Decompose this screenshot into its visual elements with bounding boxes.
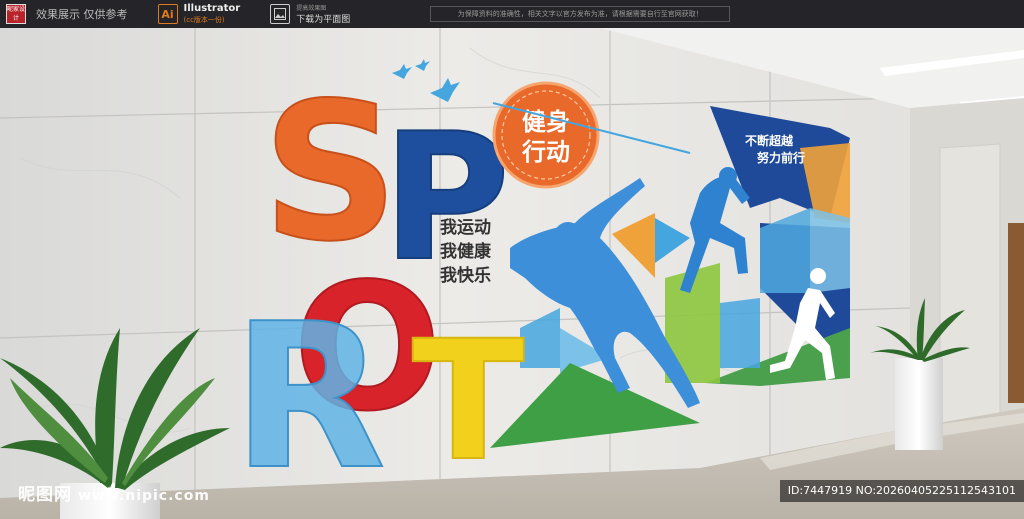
badge-line-2: 行动 [521, 138, 570, 166]
image-canvas: { "top_bar": { "logo_text": "昵家设计", "eff… [0, 0, 1024, 519]
illustrator-mark: Ai [161, 7, 174, 21]
illustrator-label: Illustrator (cc版本一份) [183, 2, 241, 25]
corner-slogan-1: 不断超越 [745, 133, 794, 148]
runner-middle-head [719, 167, 737, 185]
site-watermark: 昵图网 www.nipic.com [18, 480, 210, 505]
illustrator-subtitle: (cc版本一份) [183, 15, 225, 24]
watermark-url: www.nipic.com [78, 488, 210, 504]
corridor-door [1008, 223, 1024, 403]
slogan-line-1: 我运动 [440, 218, 491, 238]
top-info-bar: 昵家设计 效果展示 仅供参考 Ai Illustrator (cc版本一份) 提… [0, 0, 1024, 28]
slogan-line-2: 我健康 [440, 241, 492, 262]
illustrator-icon: Ai [157, 4, 178, 24]
letter-r: R [232, 281, 386, 514]
effect-notice: 效果展示 仅供参考 [36, 8, 128, 21]
download-small: 提高效果图 [296, 4, 327, 12]
illustrator-title: Illustrator [183, 2, 241, 14]
download-text: 下载为平面图 [296, 14, 351, 25]
tangram-blue-small [720, 298, 760, 368]
letter-t: T [412, 305, 525, 497]
corridor-pillar [939, 143, 1001, 429]
site-logo-badge: 昵家设计 [6, 4, 26, 24]
corner-slogan-2: 努力前行 [757, 150, 805, 165]
right-pot [895, 358, 943, 450]
download-label: 提高效果图 下载为平面图 [296, 4, 350, 25]
watermark-site: 昵图网 [18, 485, 72, 505]
copyright-notice: 为保障资料的准确性，相关文字以官方发布为准，请根据需要自行至官网获取！ [430, 6, 731, 22]
slogan-line-3: 我快乐 [440, 265, 491, 286]
image-id-watermark: ID:7447919 NO:20260405225112543101 [779, 480, 1024, 502]
picture-icon [270, 4, 291, 24]
site-logo-text: 昵家设计 [7, 6, 26, 22]
runner-large-head [554, 222, 582, 250]
runner-white-head [810, 268, 826, 284]
corridor-scene: S P O R T 健身 行动 我运动 我健康 我快乐 不断超越 努力前行 [0, 28, 1024, 519]
